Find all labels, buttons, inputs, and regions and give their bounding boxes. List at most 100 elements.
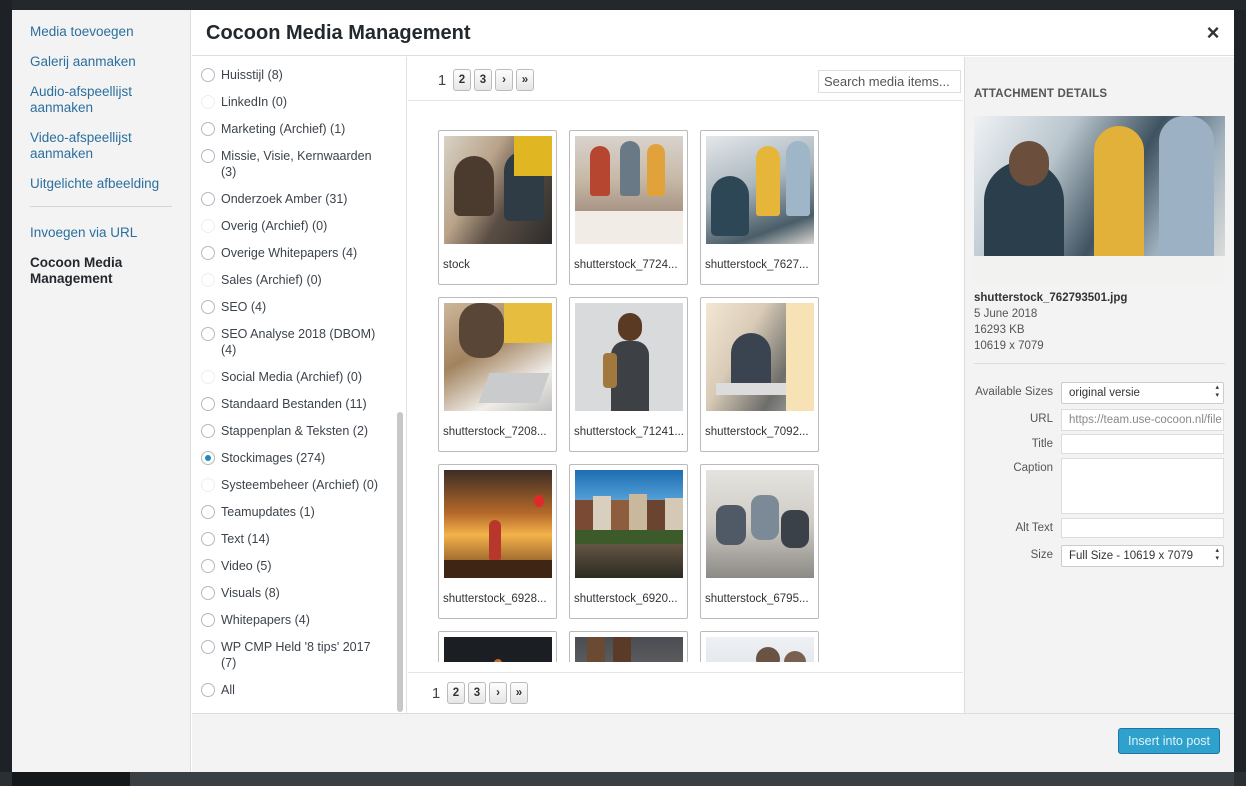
attachment-details: ATTACHMENT DETAILS shutterstock_76279350… [964, 57, 1234, 713]
media-tile[interactable] [700, 631, 819, 662]
radio-button[interactable] [201, 640, 215, 654]
category-item[interactable]: Missie, Visie, Kernwaarden (3) [192, 148, 397, 180]
media-toolbar: Insert into post [192, 713, 1234, 772]
radio-button[interactable] [201, 586, 215, 600]
pagination-page-2[interactable]: 2 [447, 682, 465, 704]
radio-button[interactable] [201, 219, 215, 233]
pagination-page-2[interactable]: 2 [453, 69, 471, 91]
photo-amsterdam-canal-icon [575, 470, 683, 578]
category-item[interactable]: Onderzoek Amber (31) [192, 191, 397, 207]
radio-button[interactable] [201, 683, 215, 697]
photo-laptop-work-icon [444, 303, 552, 411]
radio-button[interactable] [201, 68, 215, 82]
category-item[interactable]: Whitepapers (4) [192, 612, 397, 628]
field-label: Size [1030, 549, 1053, 561]
category-item[interactable]: Stappenplan & Teksten (2) [192, 423, 397, 439]
media-tile[interactable] [438, 631, 557, 662]
radio-button[interactable] [201, 192, 215, 206]
insert-into-post-button[interactable]: Insert into post [1118, 728, 1220, 754]
pagination-next[interactable]: › [489, 682, 507, 704]
category-item[interactable]: Teamupdates (1) [192, 504, 397, 520]
media-tile[interactable]: shutterstock_6795... [700, 464, 819, 619]
radio-button[interactable] [201, 505, 215, 519]
menu-item-video-playlist[interactable]: Video-afspeellijst aanmaken [12, 130, 190, 162]
radio-button[interactable] [201, 532, 215, 546]
photo-men-tablet-icon [444, 136, 552, 244]
media-tile[interactable] [569, 631, 688, 662]
photo-man-window-icon [706, 303, 814, 411]
category-item[interactable]: All [192, 682, 397, 698]
caption-textarea[interactable] [1061, 458, 1224, 514]
pagination-next[interactable]: › [495, 69, 513, 91]
category-item[interactable]: Video (5) [192, 558, 397, 574]
alt-text-field[interactable] [1061, 518, 1224, 538]
menu-item-add-media[interactable]: Media toevoegen [12, 24, 190, 40]
radio-button[interactable] [201, 559, 215, 573]
category-item[interactable]: Text (14) [192, 531, 397, 547]
category-item[interactable]: WP CMP Held '8 tips' 2017 (7) [192, 639, 397, 671]
radio-button-checked[interactable] [201, 451, 215, 465]
category-item[interactable]: Systeembeheer (Archief) (0) [192, 477, 397, 493]
radio-button[interactable] [201, 424, 215, 438]
category-list: Huisstijl (8) LinkedIn (0) Marketing (Ar… [192, 57, 407, 713]
menu-item-featured-image[interactable]: Uitgelichte afbeelding [12, 176, 190, 192]
category-item[interactable]: SEO (4) [192, 299, 397, 315]
media-tile[interactable]: shutterstock_7208... [438, 297, 557, 452]
available-sizes-select[interactable]: original versie [1061, 382, 1224, 404]
category-item[interactable]: Social Media (Archief) (0) [192, 369, 397, 385]
search-input[interactable] [818, 70, 961, 93]
menu-item-audio-playlist[interactable]: Audio-afspeellijst aanmaken [12, 84, 190, 116]
photo-office-chairs-icon [706, 470, 814, 578]
media-frame-title: Cocoon Media Management × [192, 10, 1234, 56]
radio-button[interactable] [201, 327, 215, 341]
category-item[interactable]: Overige Whitepapers (4) [192, 245, 397, 261]
pagination-top: 1 2 3 › » [437, 69, 537, 91]
category-item[interactable]: SEO Analyse 2018 (DBOM) (4) [192, 326, 397, 358]
media-tile[interactable]: shutterstock_6920... [569, 464, 688, 619]
radio-button[interactable] [201, 300, 215, 314]
media-tile[interactable]: shutterstock_7724... [569, 130, 688, 285]
title-field[interactable] [1061, 434, 1224, 454]
category-item[interactable]: Huisstijl (8) [192, 67, 397, 83]
media-filename: shutterstock_7208... [443, 426, 547, 438]
modal-backdrop-bottom [0, 772, 1246, 786]
media-tile-selected[interactable]: shutterstock_7627... [700, 130, 819, 285]
radio-button[interactable] [201, 149, 215, 163]
menu-item-create-gallery[interactable]: Galerij aanmaken [12, 54, 190, 70]
pagination-page-3[interactable]: 3 [474, 69, 492, 91]
menu-item-insert-url[interactable]: Invoegen via URL [12, 225, 190, 241]
category-item[interactable]: LinkedIn (0) [192, 94, 397, 110]
size-select[interactable]: Full Size - 10619 x 7079 [1061, 545, 1224, 567]
category-item[interactable]: Sales (Archief) (0) [192, 272, 397, 288]
radio-button[interactable] [201, 397, 215, 411]
radio-button[interactable] [201, 613, 215, 627]
radio-button[interactable] [201, 246, 215, 260]
pagination-last[interactable]: » [516, 69, 534, 91]
menu-item-cocoon[interactable]: Cocoon Media Management [12, 255, 190, 287]
field-label: URL [1029, 413, 1053, 425]
category-item[interactable]: Visuals (8) [192, 585, 397, 601]
admin-menu-backdrop [0, 0, 12, 786]
radio-button[interactable] [201, 370, 215, 384]
category-item[interactable]: Marketing (Archief) (1) [192, 121, 397, 137]
radio-button[interactable] [201, 95, 215, 109]
category-scrollbar[interactable] [397, 412, 403, 712]
media-tile[interactable]: shutterstock_7092... [700, 297, 819, 452]
close-icon[interactable]: × [1202, 22, 1224, 44]
radio-button[interactable] [201, 273, 215, 287]
pagination-last[interactable]: » [510, 682, 528, 704]
photo-woman-backpack-icon [575, 303, 683, 411]
media-tile[interactable]: stock [438, 130, 557, 285]
pagination-page-3[interactable]: 3 [468, 682, 486, 704]
category-item[interactable]: Overig (Archief) (0) [192, 218, 397, 234]
category-item-selected[interactable]: Stockimages (274) [192, 450, 397, 466]
media-filename: shutterstock_6795... [705, 593, 809, 605]
category-item[interactable]: Standaard Bestanden (11) [192, 396, 397, 412]
radio-button[interactable] [201, 478, 215, 492]
media-tile[interactable]: shutterstock_71241... [569, 297, 688, 452]
field-label: Title [1031, 438, 1053, 450]
media-tile[interactable]: shutterstock_6928... [438, 464, 557, 619]
url-field[interactable]: https://team.use-cocoon.nl/file [1061, 409, 1224, 431]
radio-button[interactable] [201, 122, 215, 136]
attachment-filesize: 16293 KB [974, 324, 1025, 336]
